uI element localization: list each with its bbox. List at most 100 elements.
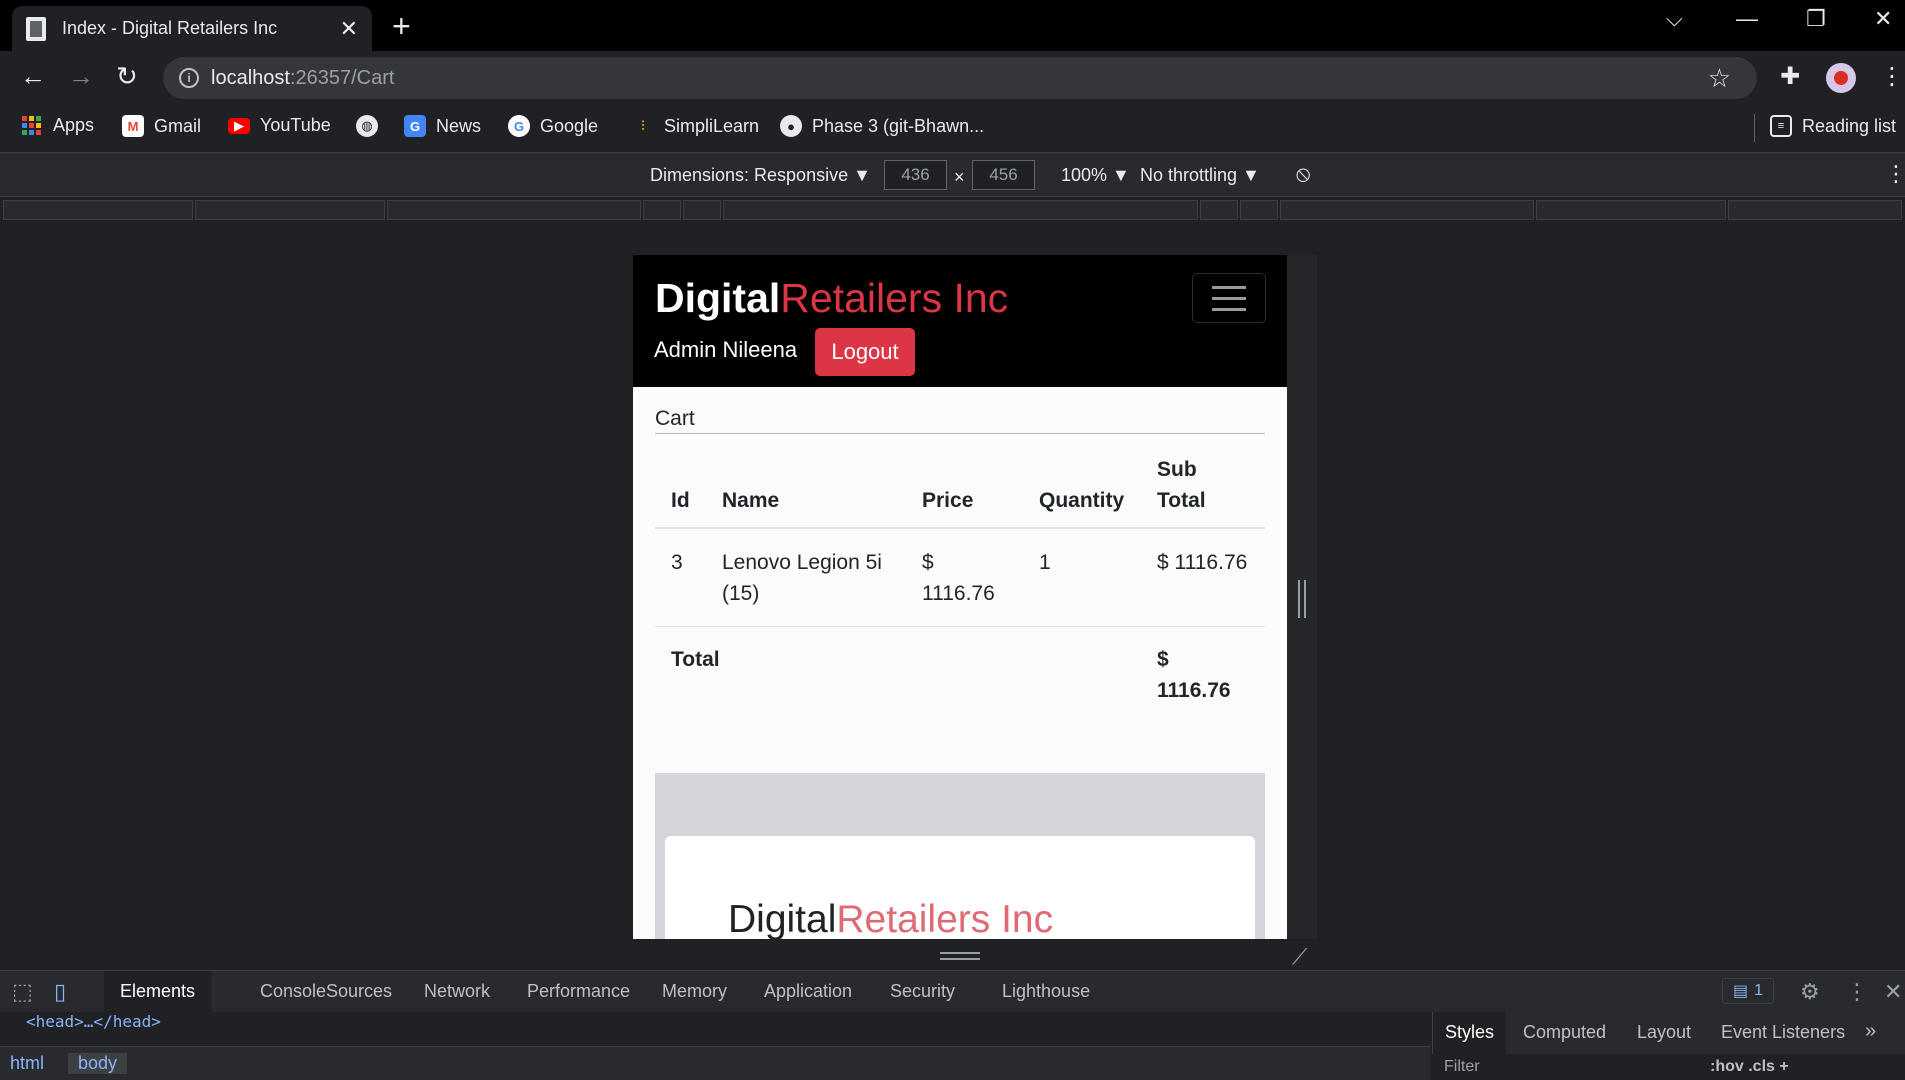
message-icon: ▤ <box>1733 983 1749 1000</box>
tab-performance[interactable]: Performance <box>527 981 630 1002</box>
tab-title: Index - Digital Retailers Inc <box>62 18 278 38</box>
rotate-icon[interactable]: ⦸ <box>1296 161 1310 187</box>
more-tabs-icon[interactable]: » <box>1865 1020 1876 1043</box>
tab-styles[interactable]: Styles <box>1433 1012 1507 1054</box>
tab-event-listeners[interactable]: Event Listeners <box>1721 1022 1845 1043</box>
total-value: $ 1116.76 <box>1157 648 1231 702</box>
bookmark-youtube[interactable]: ▶ YouTube <box>228 115 331 136</box>
devtools-menu-icon[interactable]: ⋮ <box>1846 979 1868 1005</box>
device-toggle-icon[interactable]: ▯ <box>54 979 66 1005</box>
bookmark-gmail[interactable]: M Gmail <box>122 115 201 137</box>
reload-icon[interactable]: ↻ <box>116 61 138 92</box>
youtube-icon: ▶ <box>228 117 250 134</box>
cart-heading: Cart <box>655 407 1265 434</box>
gmail-icon: M <box>122 115 144 137</box>
device-toolbar-menu-icon[interactable]: ⋮ <box>1885 161 1905 187</box>
resize-corner-icon[interactable]: ⟋ <box>1292 944 1307 970</box>
inspect-element-icon[interactable]: ⬚ <box>12 979 33 1005</box>
bookmark-label: Gmail <box>154 115 202 136</box>
navbar-toggler-button[interactable] <box>1192 273 1266 323</box>
emulated-viewport: DigitalRetailers Inc Admin Nileena Logou… <box>633 255 1287 939</box>
bookmark-google[interactable]: G Google <box>508 115 598 137</box>
news-icon: G <box>404 115 426 137</box>
forward-icon[interactable]: → <box>68 61 94 92</box>
table-row: 3 Lenovo Legion 5i (15) $ 1116.76 1 $ 11… <box>655 531 1265 627</box>
logout-button[interactable]: Logout <box>815 328 915 376</box>
breadcrumb-html[interactable]: html <box>10 1053 44 1074</box>
viewport-height-input[interactable]: 456 <box>972 160 1035 190</box>
new-tab-icon[interactable]: + <box>392 8 411 45</box>
globe-icon: ◍ <box>356 115 378 137</box>
extensions-puzzle-icon[interactable]: ✚ <box>1780 62 1800 91</box>
hamburger-icon <box>1212 285 1246 289</box>
tab-security[interactable]: Security <box>890 981 955 1002</box>
bookmark-news[interactable]: G News <box>404 115 481 137</box>
dom-breadcrumbs: html body <box>0 1046 1430 1080</box>
bookmark-star-icon[interactable]: ☆ <box>1708 63 1731 94</box>
tab-search-icon[interactable]: ⌵ <box>1666 6 1683 32</box>
bookmark-simplilearn[interactable]: ⫶ SimpliLearn <box>632 115 759 137</box>
styles-pane-tabs: Styles Computed Layout Event Listeners » <box>1432 1012 1905 1054</box>
tab-lighthouse[interactable]: Lighthouse <box>1002 981 1090 1002</box>
close-window-icon[interactable]: ✕ <box>1874 6 1892 32</box>
tab-elements[interactable]: Elements <box>104 971 212 1013</box>
reading-list[interactable]: ≡ Reading list <box>1770 115 1896 137</box>
bookmark-label: News <box>436 115 482 136</box>
cell-subtotal: $ 1116.76 <box>1157 551 1248 574</box>
footer-brand: DigitalRetailers Inc <box>728 898 1053 939</box>
filter-tools[interactable]: :hov .cls + <box>1710 1058 1789 1076</box>
resize-handle-bottom[interactable] <box>940 952 980 960</box>
resize-handle-right[interactable] <box>1298 580 1306 618</box>
back-icon[interactable]: ← <box>20 61 46 92</box>
dimensions-select[interactable]: Dimensions: Responsive ▼ <box>650 165 871 186</box>
site-navbar: DigitalRetailers Inc Admin Nileena Logou… <box>633 255 1287 387</box>
dom-head-node[interactable]: <head>…</head> <box>26 1012 161 1031</box>
col-subtotal-line2: Total <box>1157 489 1206 512</box>
tab-layout[interactable]: Layout <box>1637 1022 1691 1043</box>
url-path: :26357/Cart <box>289 66 395 89</box>
throttling-select[interactable]: No throttling ▼ <box>1140 165 1260 186</box>
browser-toolbar: ← → ↻ i localhost :26357/Cart ☆ <box>0 51 1905 103</box>
styles-filter[interactable]: Filter :hov .cls + <box>1432 1054 1905 1080</box>
bookmark-globe[interactable]: ◍ <box>356 115 388 137</box>
issues-badge[interactable]: ▤ 1 <box>1722 978 1775 1004</box>
reading-list-label: Reading list <box>1802 115 1897 136</box>
viewport-width-input[interactable]: 436 <box>884 160 947 190</box>
close-tab-icon[interactable]: ✕ <box>340 16 358 42</box>
settings-gear-icon[interactable]: ⚙ <box>1800 979 1820 1005</box>
col-price: Price <box>922 489 974 512</box>
brand-part-2: Retailers Inc <box>780 275 1009 321</box>
footer-section: DigitalRetailers Inc <box>655 773 1265 939</box>
profile-avatar[interactable] <box>1826 63 1856 93</box>
close-devtools-icon[interactable]: ✕ <box>1884 979 1902 1005</box>
site-brand[interactable]: DigitalRetailers Inc <box>655 275 1008 322</box>
col-subtotal-line1: Sub <box>1157 458 1197 481</box>
total-row: Total $ 1116.76 <box>655 628 1265 724</box>
address-bar[interactable]: i localhost :26357/Cart ☆ <box>163 57 1757 99</box>
restore-icon[interactable]: ❐ <box>1806 6 1826 32</box>
tab-application[interactable]: Application <box>764 981 852 1002</box>
tab-computed[interactable]: Computed <box>1523 1022 1606 1043</box>
breadcrumb-body[interactable]: body <box>68 1053 128 1074</box>
bookmark-github[interactable]: ● Phase 3 (git-Bhawn... <box>780 115 984 137</box>
zoom-select[interactable]: 100% ▼ <box>1061 165 1130 186</box>
tab-sources[interactable]: Sources <box>326 981 392 1002</box>
bookmark-label: YouTube <box>260 115 331 135</box>
col-quantity: Quantity <box>1039 489 1125 512</box>
issues-count: 1 <box>1754 982 1764 999</box>
browser-tab[interactable]: Index - Digital Retailers Inc ✕ <box>12 6 372 51</box>
minimize-icon[interactable]: — <box>1736 6 1758 32</box>
tab-memory[interactable]: Memory <box>662 981 727 1002</box>
bookmark-apps[interactable]: Apps <box>22 115 94 136</box>
chrome-menu-icon[interactable]: ⋮ <box>1880 62 1904 91</box>
site-info-icon[interactable]: i <box>179 68 199 88</box>
reading-list-icon: ≡ <box>1770 115 1792 137</box>
tab-console[interactable]: Console <box>260 981 326 1002</box>
col-id: Id <box>671 489 690 512</box>
media-query-bar <box>0 198 1905 222</box>
simplilearn-icon: ⫶ <box>641 118 645 133</box>
brand-part-1: Digital <box>655 275 781 321</box>
google-icon: G <box>508 115 530 137</box>
bookmark-label: Apps <box>53 115 95 135</box>
tab-network[interactable]: Network <box>424 981 490 1002</box>
